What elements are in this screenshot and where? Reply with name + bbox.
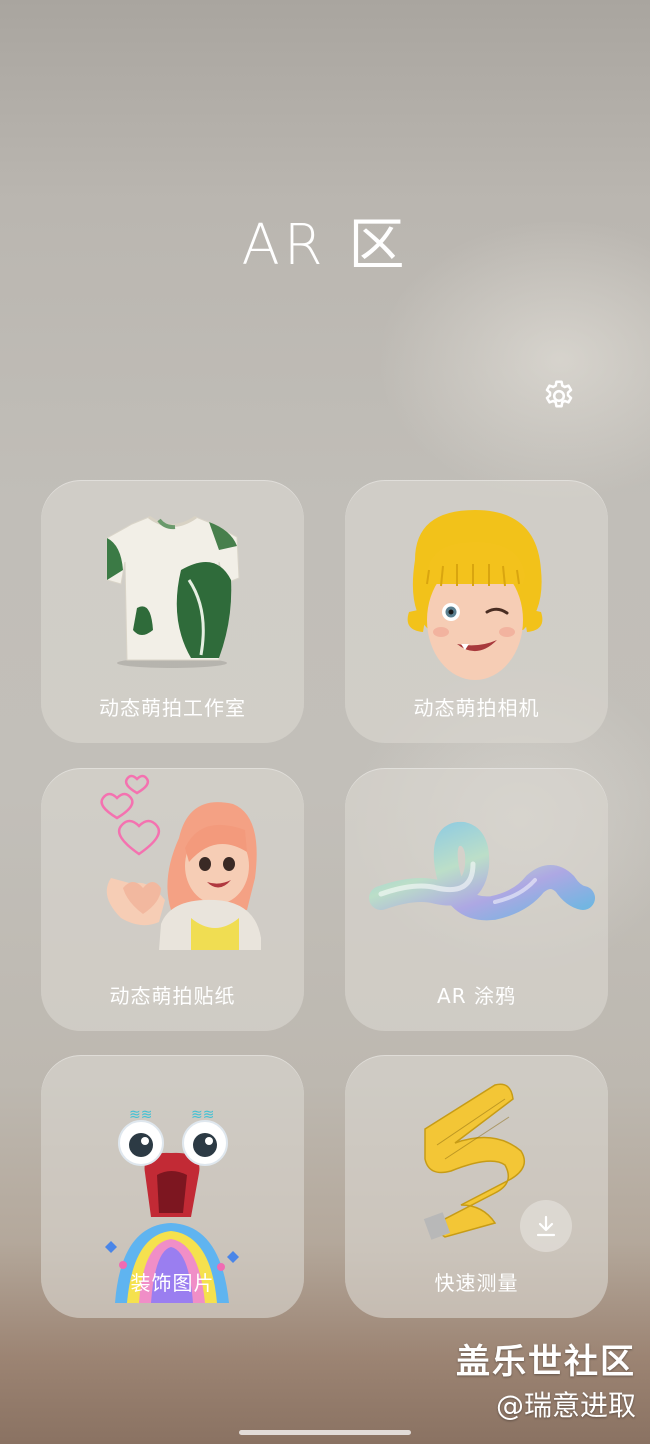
card-quick-measure[interactable]: 快速测量 <box>345 1055 608 1318</box>
watermark-handle: @瑞意进取 <box>495 1389 636 1422</box>
card-deco-pic[interactable]: ≋≋ ≋≋ 装饰图片 <box>41 1055 304 1318</box>
card-label: 快速测量 <box>434 1271 519 1295</box>
download-icon <box>536 1215 556 1237</box>
gear-icon <box>545 380 573 408</box>
card-ar-emoji-studio[interactable]: 动态萌拍工作室 <box>41 480 304 743</box>
card-label: 动态萌拍相机 <box>413 696 540 720</box>
card-ar-emoji-stickers[interactable]: 动态萌拍贴纸 <box>41 768 304 1031</box>
watermark-title: 盖乐世社区 <box>456 1342 636 1382</box>
card-label: 动态萌拍贴纸 <box>109 984 236 1008</box>
home-indicator[interactable] <box>239 1430 411 1435</box>
svg-text:≋≋: ≋≋ <box>191 1107 214 1123</box>
page-title: AR 区 <box>241 213 409 278</box>
settings-button[interactable] <box>540 377 578 415</box>
card-label: 动态萌拍工作室 <box>99 696 246 720</box>
card-label: 装饰图片 <box>130 1271 215 1295</box>
card-ar-doodle[interactable]: AR 涂鸦 <box>345 768 608 1031</box>
download-button[interactable] <box>520 1200 572 1252</box>
svg-text:≋≋: ≋≋ <box>129 1107 152 1123</box>
card-ar-emoji-camera[interactable]: 动态萌拍相机 <box>345 480 608 743</box>
card-label: AR 涂鸦 <box>437 984 516 1008</box>
